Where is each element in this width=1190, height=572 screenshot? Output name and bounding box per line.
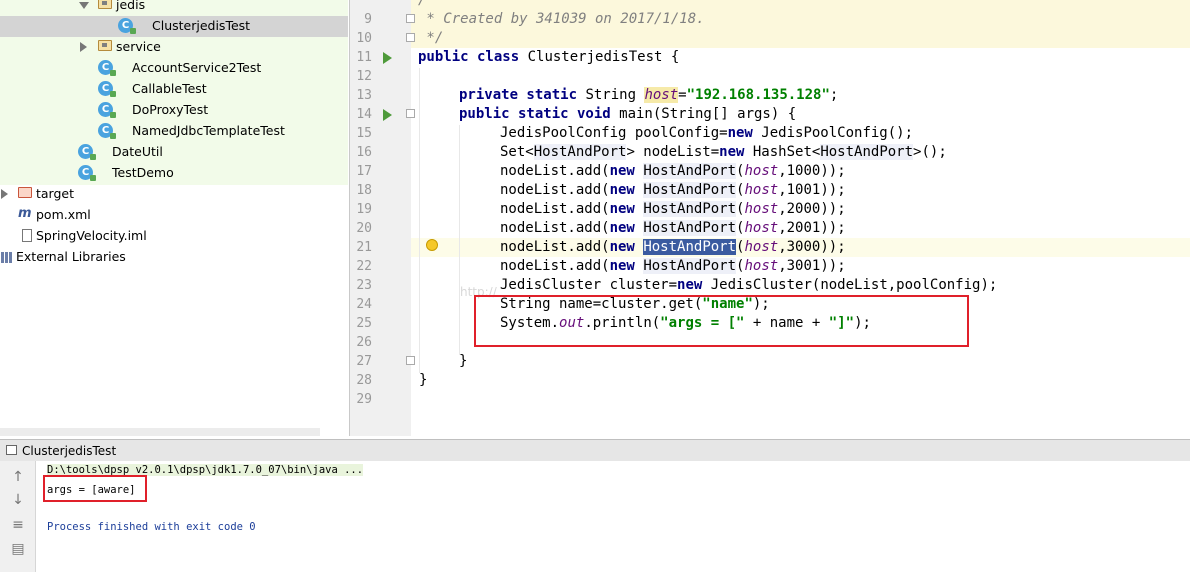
code-line-21: nodeList.add(new HostAndPort(host,3000))… [500, 239, 846, 255]
fold-icon[interactable] [406, 109, 415, 118]
tree-item-namedjdbctemplatetest[interactable]: C NamedJdbcTemplateTest [0, 121, 348, 142]
line-number: 16 [356, 145, 372, 160]
line-number: 27 [356, 354, 372, 369]
line-number: 11 [356, 50, 372, 65]
code-line-20: nodeList.add(new HostAndPort(host,2001))… [500, 220, 846, 236]
chevron-down-icon[interactable] [79, 2, 89, 9]
line-number: 18 [356, 183, 372, 198]
code-line-10: */ [418, 30, 444, 46]
code-line-9: * Created by 341039 on 2017/1/18. [418, 11, 705, 27]
code-line-18: nodeList.add(new HostAndPort(host,1001))… [500, 182, 846, 198]
class-icon: C [98, 60, 116, 76]
tree-item-service[interactable]: service [0, 37, 348, 58]
fold-icon[interactable] [406, 33, 415, 42]
code-line-13: private static String host="192.168.135.… [459, 87, 839, 103]
run-toolbar: ↑ ↓ ≡ ▤ [0, 461, 36, 572]
chevron-right-icon[interactable] [80, 42, 87, 52]
tree-item-dateutil[interactable]: C DateUtil [0, 142, 348, 163]
tree-item-clusterjedistest[interactable]: C ClusterjedisTest [0, 16, 348, 37]
line-number: 28 [356, 373, 372, 388]
line-number: 25 [356, 316, 372, 331]
package-icon [98, 0, 112, 9]
line-number: 23 [356, 278, 372, 293]
line-number: 22 [356, 259, 372, 274]
package-icon [98, 40, 112, 51]
line-number: 19 [356, 202, 372, 217]
run-class-icon[interactable] [383, 52, 392, 64]
code-line-22: nodeList.add(new HostAndPort(host,3001))… [500, 258, 846, 274]
line-number: 14 [356, 107, 372, 122]
tree-item-accountservice2test[interactable]: C AccountService2Test [0, 58, 348, 79]
line-number: 9 [364, 12, 372, 27]
tree-item-springvelocity-iml[interactable]: SpringVelocity.iml [0, 226, 348, 247]
maven-icon: m [18, 206, 32, 221]
arrow-up-icon[interactable]: ↑ [10, 469, 26, 485]
lightbulb-icon[interactable] [426, 239, 438, 251]
line-number: 17 [356, 164, 372, 179]
line-number: 26 [356, 335, 372, 350]
tree-item-doproxytest[interactable]: C DoProxyTest [0, 100, 348, 121]
highlight-box-output [43, 475, 147, 502]
line-number: 15 [356, 126, 372, 141]
fold-icon[interactable] [406, 356, 415, 365]
code-line-14: public static void main(String[] args) { [459, 106, 797, 122]
soft-wrap-icon[interactable]: ≡ [10, 517, 26, 533]
tree-item-jedis[interactable]: jedis [0, 0, 348, 16]
print-icon[interactable]: ▤ [10, 541, 26, 557]
run-main-icon[interactable] [383, 109, 392, 121]
folder-icon [18, 187, 32, 198]
line-number: 13 [356, 88, 372, 103]
tree-horizontal-scrollbar[interactable] [0, 428, 320, 436]
class-icon: C [98, 102, 116, 118]
fold-icon[interactable] [406, 14, 415, 23]
code-line-23: JedisCluster cluster=new JedisCluster(no… [500, 277, 998, 293]
line-number: 29 [356, 392, 372, 407]
run-config-icon [6, 445, 17, 455]
code-line-19: nodeList.add(new HostAndPort(host,2000))… [500, 201, 846, 217]
arrow-down-icon[interactable]: ↓ [10, 492, 26, 508]
class-icon: C [118, 18, 136, 34]
code-line-8: /** [418, 0, 444, 8]
line-number: 12 [356, 69, 372, 84]
code-line-16: Set<HostAndPort> nodeList=new HashSet<Ho… [500, 144, 947, 160]
libraries-icon [1, 251, 14, 263]
console-exit-line: Process finished with exit code 0 [47, 521, 256, 533]
code-line-27: } [459, 353, 468, 369]
chevron-right-icon[interactable] [1, 189, 8, 199]
class-icon: C [78, 165, 96, 181]
class-icon: C [98, 123, 116, 139]
run-tool-window-header: ClusterjedisTest [0, 439, 1190, 462]
line-number: 20 [356, 221, 372, 236]
file-icon [22, 229, 32, 242]
line-number: 10 [356, 31, 372, 46]
highlight-box-code [474, 295, 969, 347]
console-output[interactable] [36, 461, 1190, 572]
run-title: ClusterjedisTest [22, 444, 117, 458]
tree-item-pom-xml[interactable]: m pom.xml [0, 205, 348, 226]
code-line-17: nodeList.add(new HostAndPort(host,1000))… [500, 163, 846, 179]
code-line-15: JedisPoolConfig poolConfig=new JedisPool… [500, 125, 914, 141]
tree-item-external-libraries[interactable]: External Libraries [0, 247, 348, 268]
code-line-11: public class ClusterjedisTest { [418, 49, 680, 65]
code-line-28: } [419, 372, 428, 388]
class-icon: C [78, 144, 96, 160]
tree-item-target[interactable]: target [0, 184, 348, 205]
tree-item-callabletest[interactable]: C CallableTest [0, 79, 348, 100]
tree-item-testdemo[interactable]: C TestDemo [0, 163, 348, 184]
class-icon: C [98, 81, 116, 97]
line-number: 24 [356, 297, 372, 312]
line-number: 21 [356, 240, 372, 255]
